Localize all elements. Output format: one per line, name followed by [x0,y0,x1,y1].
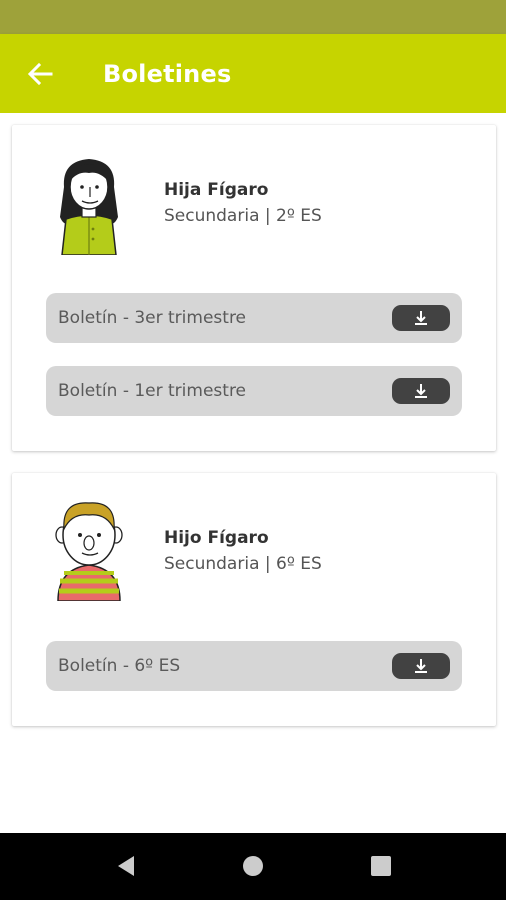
student-course: Secundaria | 6º ES [164,554,322,574]
girl-avatar [60,159,118,255]
status-bar [0,0,506,34]
download-button[interactable] [392,653,450,679]
system-nav-bar [0,833,506,900]
boy-avatar [55,502,123,601]
student-name: Hijo Fígaro [164,528,269,548]
bulletin-label: Boletín - 1er trimestre [58,381,247,401]
back-button[interactable] [22,56,58,92]
arrow-left-icon [27,62,53,86]
bulletin-label: Boletín - 3er trimestre [58,308,247,328]
download-icon [415,659,427,673]
app-bar: Boletines [0,34,506,113]
student-course: Secundaria | 2º ES [164,206,322,226]
download-icon [415,384,427,398]
nav-back-icon[interactable] [114,854,138,878]
bulletin-item[interactable]: Boletín - 3er trimestre [46,293,462,343]
nav-recents-icon[interactable] [369,854,393,878]
content: Hija Fígaro Secundaria | 2º ES Boletín -… [0,113,506,833]
nav-home-icon[interactable] [241,854,265,878]
download-button[interactable] [392,305,450,331]
bulletin-label: Boletín - 6º ES [58,656,181,676]
download-button[interactable] [392,378,450,404]
student-card: Hija Fígaro Secundaria | 2º ES Boletín -… [12,125,496,451]
student-card: Hijo Fígaro Secundaria | 6º ES Boletín -… [12,473,496,726]
student-name: Hija Fígaro [164,180,269,200]
page-title: Boletines [103,60,232,88]
bulletin-item[interactable]: Boletín - 6º ES [46,641,462,691]
download-icon [415,311,427,325]
bulletin-item[interactable]: Boletín - 1er trimestre [46,366,462,416]
